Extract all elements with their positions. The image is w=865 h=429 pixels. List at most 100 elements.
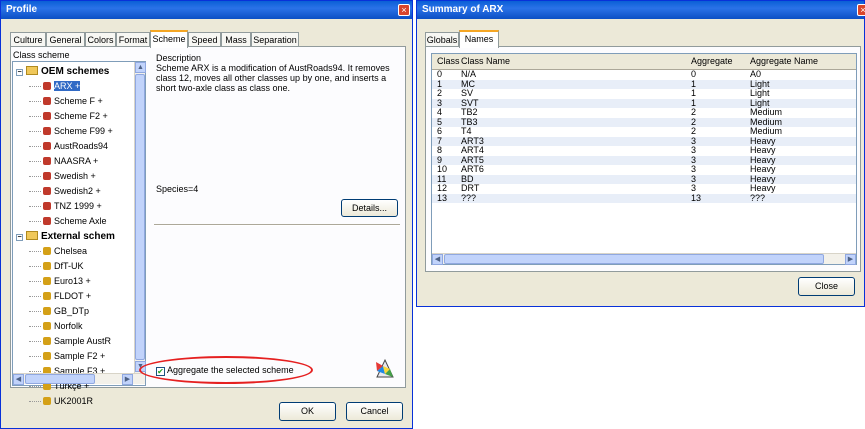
tree-item-label: Sample F2 + bbox=[54, 351, 106, 361]
summary-close-icon[interactable]: × bbox=[857, 4, 865, 16]
tree-item[interactable]: DfT-UK bbox=[29, 260, 84, 272]
tab-globals[interactable]: Globals bbox=[425, 32, 459, 47]
table-row[interactable]: 7 ART3 3 Heavy bbox=[432, 136, 856, 146]
class-scheme-tree[interactable]: − OEM schemes ARX + Scheme F + Scheme F2 + S… bbox=[12, 61, 146, 406]
table-cell: Heavy bbox=[750, 183, 776, 193]
tree-connector bbox=[29, 86, 41, 87]
scheme-icon bbox=[43, 217, 51, 225]
table-cell: DRT bbox=[461, 183, 480, 193]
tree-item[interactable]: ARX + bbox=[29, 80, 81, 92]
table-row[interactable]: 12 DRT 3 Heavy bbox=[432, 184, 856, 193]
tree-item-label: Swedish2 + bbox=[54, 186, 101, 196]
collapse-icon[interactable]: − bbox=[16, 234, 23, 241]
scheme-icon bbox=[43, 172, 51, 180]
close-button[interactable]: Close bbox=[798, 277, 855, 296]
scheme-icon bbox=[43, 82, 51, 90]
tree-item[interactable]: Euro13 + bbox=[29, 275, 91, 287]
details-button[interactable]: Details... bbox=[341, 199, 398, 217]
tree-item[interactable]: AustRoads94 bbox=[29, 140, 109, 152]
tree-item-label: Scheme F2 + bbox=[54, 111, 108, 121]
table-row[interactable]: 13??? 13??? bbox=[432, 193, 856, 203]
tab-mass[interactable]: Mass bbox=[221, 32, 251, 47]
names-list[interactable]: Class Class Name Aggregate Aggregate Nam… bbox=[431, 53, 857, 265]
tree-item-label: Chelsea bbox=[54, 246, 88, 256]
tree-item[interactable]: Sample F2 + bbox=[29, 350, 106, 362]
scroll-right-icon[interactable]: ▶ bbox=[845, 254, 856, 265]
tab-format[interactable]: Format bbox=[116, 32, 150, 47]
table-row[interactable]: 11 BD 3 Heavy bbox=[432, 174, 856, 184]
tab-colors[interactable]: Colors bbox=[85, 32, 116, 47]
names-horizontal-scrollbar[interactable]: ◀ ▶ bbox=[432, 253, 856, 265]
profile-tab-strip: Culture General Colors Format Scheme Spe… bbox=[10, 30, 406, 48]
table-row[interactable]: 1 MC 1 Light bbox=[432, 79, 856, 89]
table-row[interactable]: 9 ART5 3 Heavy bbox=[432, 155, 856, 165]
scroll-left-icon[interactable]: ◀ bbox=[432, 254, 443, 265]
scroll-right-icon[interactable]: ▶ bbox=[122, 374, 133, 385]
description-label: Description bbox=[156, 53, 202, 63]
table-row[interactable]: 10 ART6 3 Heavy bbox=[432, 165, 856, 174]
table-row[interactable]: 2 SV 1 Light bbox=[432, 89, 856, 98]
tree-item[interactable]: Swedish + bbox=[29, 170, 96, 182]
tree-item[interactable]: Scheme F99 + bbox=[29, 125, 113, 137]
table-cell: ART6 bbox=[461, 164, 484, 174]
scroll-left-icon[interactable]: ◀ bbox=[13, 374, 24, 385]
tree-group-oem[interactable]: − OEM schemes bbox=[16, 66, 109, 78]
tree-item[interactable]: TNZ 1999 + bbox=[29, 200, 102, 212]
table-cell: 3 bbox=[691, 145, 697, 155]
col-aggregate-name-header[interactable]: Aggregate Name bbox=[750, 54, 818, 69]
scheme-icon bbox=[43, 142, 51, 150]
summary-window: Summary of ARX × Globals Names Class Cla… bbox=[416, 0, 865, 307]
tree-connector bbox=[29, 116, 41, 117]
table-row[interactable]: 5 TB3 2 Medium bbox=[432, 117, 856, 127]
scheme-icon bbox=[43, 157, 51, 165]
table-cell: 3 bbox=[691, 164, 697, 174]
tree-item[interactable]: Norfolk bbox=[29, 320, 83, 332]
tree-connector bbox=[29, 221, 41, 222]
tree-item-label: AustRoads94 bbox=[54, 141, 109, 151]
scheme-icon bbox=[43, 97, 51, 105]
scroll-thumb-h[interactable] bbox=[444, 254, 824, 264]
tab-general[interactable]: General bbox=[46, 32, 85, 47]
tree-item[interactable]: Scheme F2 + bbox=[29, 110, 108, 122]
tree-item[interactable]: UK2001R bbox=[29, 395, 93, 407]
names-list-header: Class Class Name Aggregate Aggregate Nam… bbox=[432, 54, 856, 70]
ok-button[interactable]: OK bbox=[279, 402, 336, 421]
tree-group-external[interactable]: − External schem bbox=[16, 231, 115, 243]
tree-item[interactable]: FLDOT + bbox=[29, 290, 91, 302]
tree-connector bbox=[29, 266, 41, 267]
tab-scheme[interactable]: Scheme bbox=[150, 30, 188, 48]
tree-vertical-scrollbar[interactable]: ▲ ▼ bbox=[134, 62, 146, 373]
tab-names[interactable]: Names bbox=[459, 30, 499, 48]
tree-horizontal-scrollbar[interactable]: ◀ ▶ bbox=[13, 373, 145, 385]
table-row[interactable]: 4 TB2 2 Medium bbox=[432, 108, 856, 117]
tree-item[interactable]: Scheme Axle bbox=[29, 215, 107, 227]
table-row[interactable]: 3 SVT 1 Light bbox=[432, 98, 856, 108]
tree-item-label: Norfolk bbox=[54, 321, 83, 331]
summary-titlebar[interactable]: Summary of ARX bbox=[417, 1, 864, 19]
scroll-up-icon[interactable]: ▲ bbox=[135, 62, 146, 73]
tree-item[interactable]: Sample AustR bbox=[29, 335, 111, 347]
profile-titlebar[interactable]: Profile bbox=[1, 1, 412, 19]
tree-item[interactable]: GB_DTp bbox=[29, 305, 90, 317]
col-aggregate-header[interactable]: Aggregate bbox=[691, 54, 733, 69]
tree-item[interactable]: Scheme F + bbox=[29, 95, 103, 107]
col-class-name-header[interactable]: Class Name bbox=[461, 54, 510, 69]
scroll-thumb-h[interactable] bbox=[25, 374, 95, 384]
tab-culture[interactable]: Culture bbox=[10, 32, 46, 47]
table-row[interactable]: 0 N/A 0 A0 bbox=[432, 70, 856, 79]
table-cell: 4 bbox=[437, 107, 443, 117]
table-row[interactable]: 6 T4 2 Medium bbox=[432, 127, 856, 136]
tab-separation[interactable]: Separation bbox=[251, 32, 299, 47]
tree-item[interactable]: NAASRA + bbox=[29, 155, 98, 167]
scheme-icon bbox=[43, 277, 51, 285]
tab-speed[interactable]: Speed bbox=[188, 32, 221, 47]
profile-close-icon[interactable]: × bbox=[398, 4, 410, 16]
cancel-button[interactable]: Cancel bbox=[346, 402, 403, 421]
table-row[interactable]: 8 ART4 3 Heavy bbox=[432, 146, 856, 155]
collapse-icon[interactable]: − bbox=[16, 69, 23, 76]
tree-item[interactable]: Chelsea bbox=[29, 245, 88, 257]
tree-item[interactable]: Swedish2 + bbox=[29, 185, 101, 197]
col-class-header[interactable]: Class bbox=[437, 54, 460, 69]
tree-item-label: GB_DTp bbox=[54, 306, 90, 316]
scroll-thumb[interactable] bbox=[135, 74, 145, 360]
